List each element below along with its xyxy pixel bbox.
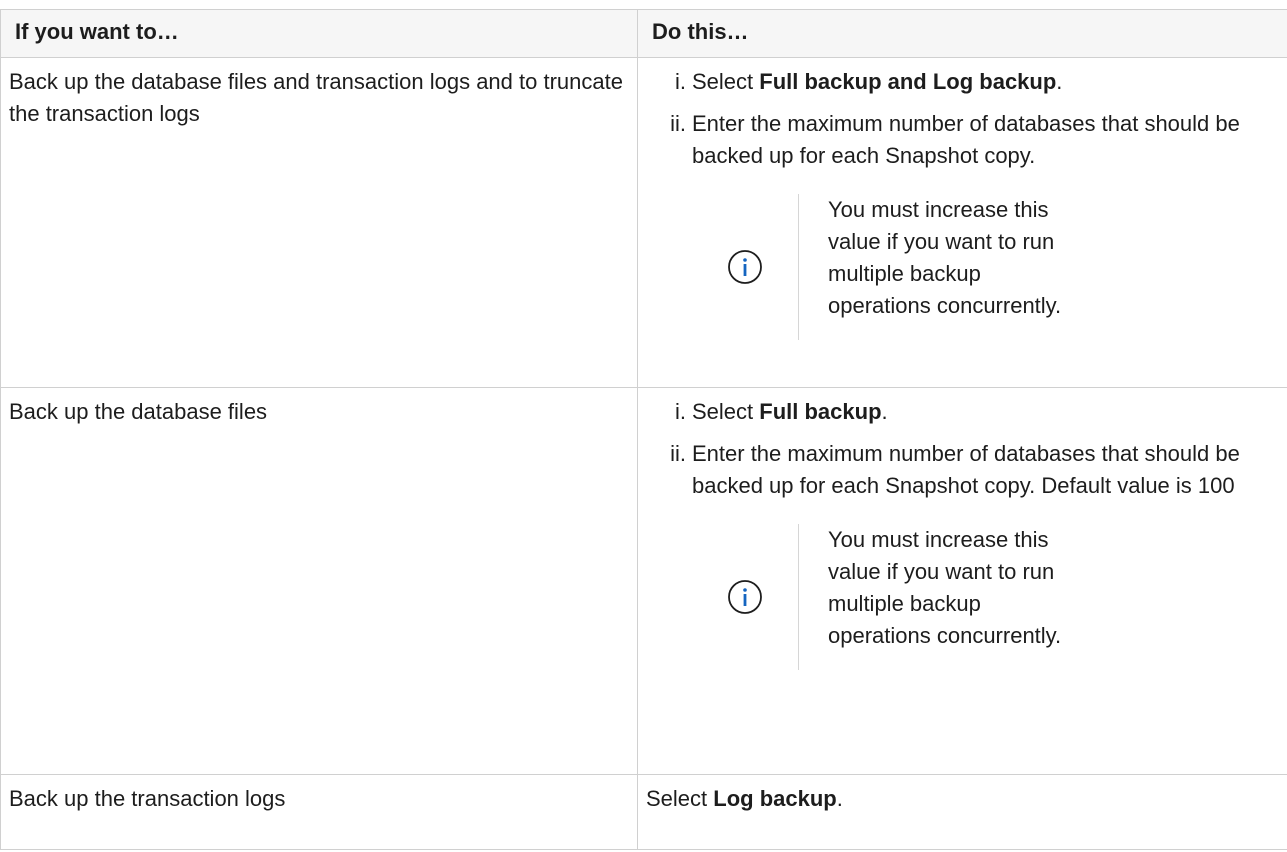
do-cell: Select Log backup. [637,774,1287,850]
step-option-name: Full backup [759,399,882,424]
steps-list: i. Select Full backup. ii. Enter the max… [662,396,1273,502]
step-marker: ii. [670,111,686,136]
note-box: You must increase this value if you want… [692,524,1273,670]
step-text-post: . [1056,69,1063,94]
want-cell: Back up the transaction logs [0,774,638,850]
action-option-name: Log backup [713,786,837,811]
step-text: Enter the maximum number of databases th… [692,111,1240,168]
info-circle-icon [727,579,763,615]
action-text: Select Log backup. [646,786,843,811]
step-text-pre: Select [692,399,760,424]
note-text: You must increase this value if you want… [828,197,1062,318]
step-text-post: . [881,399,888,424]
table-header-row: If you want to… Do this… [0,9,1287,58]
action-text-pre: Select [646,786,714,811]
instructions-table: If you want to… Do this… Back up the dat… [0,9,1287,850]
info-circle-icon [727,249,763,285]
table-row: Back up the transaction logs Select Log … [0,774,1287,850]
header-if-you-want-to: If you want to… [0,9,638,58]
step-item: i. Select Full backup. [662,396,1273,428]
step-text: Enter the maximum number of databases th… [692,441,1240,498]
want-cell: Back up the database files [0,387,638,775]
table-row: Back up the database files and transacti… [0,57,1287,388]
do-cell: i. Select Full backup and Log backup. ii… [637,57,1287,388]
action-text-post: . [836,786,843,811]
do-cell: i. Select Full backup. ii. Enter the max… [637,387,1287,775]
want-text: Back up the database files and transacti… [9,69,623,126]
step-marker: ii. [670,441,686,466]
want-text: Back up the database files [9,399,268,424]
step-option-name: Full backup and Log backup [759,69,1057,94]
step-item: ii. Enter the maximum number of database… [662,108,1273,172]
step-text: Select Full backup. [692,396,1273,428]
note-box: You must increase this value if you want… [692,194,1273,340]
header-do-this: Do this… [637,9,1287,58]
step-item: i. Select Full backup and Log backup. [662,66,1273,98]
step-marker: i. [675,69,686,94]
step-text: Select Full backup and Log backup. [692,66,1273,98]
steps-list: i. Select Full backup and Log backup. ii… [662,66,1273,172]
want-text: Back up the transaction logs [9,786,286,811]
table-row: Back up the database files i. Select Ful… [0,387,1287,775]
step-item: ii. Enter the maximum number of database… [662,438,1273,502]
want-cell: Back up the database files and transacti… [0,57,638,388]
step-marker: i. [675,399,686,424]
step-text-pre: Select [692,69,760,94]
note-text: You must increase this value if you want… [828,527,1062,648]
